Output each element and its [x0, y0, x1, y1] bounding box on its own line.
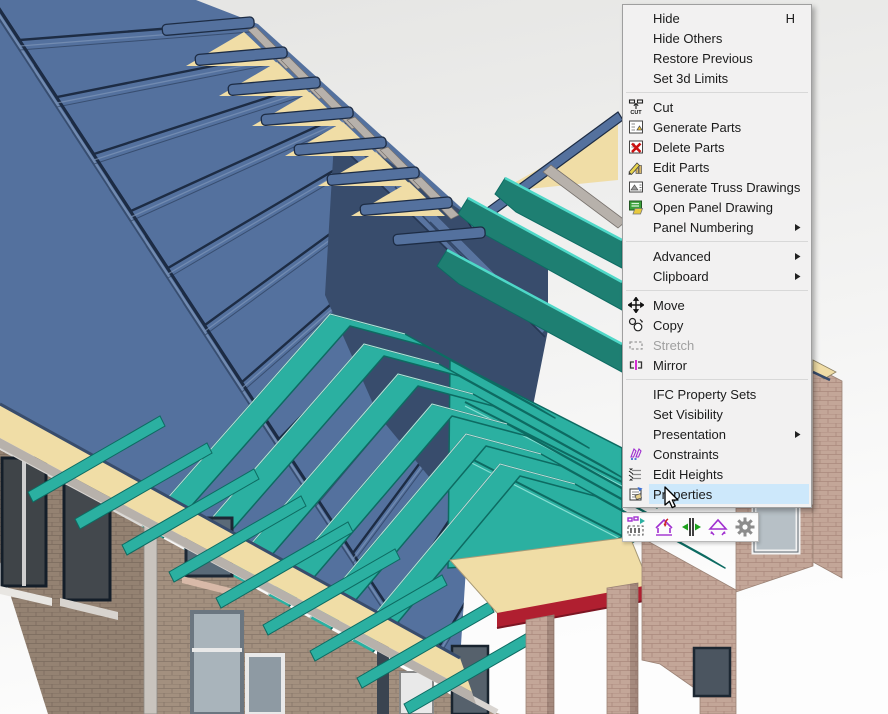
menu-item-restore-previous[interactable]: Restore Previous	[623, 48, 811, 68]
constraints-icon	[623, 446, 649, 462]
generate-parts-icon	[623, 119, 649, 135]
app-window: { "scene": { "palette": { "bgTop": "#e4e…	[0, 0, 888, 714]
menu-item-copy[interactable]: Copy	[623, 315, 811, 335]
menu-item-presentation[interactable]: Presentation	[623, 424, 811, 444]
delete-parts-icon	[623, 139, 649, 155]
menu-item-edit-heights[interactable]: Edit Heights	[623, 464, 811, 484]
align-measure-icon[interactable]	[678, 514, 703, 540]
menu-item-stretch[interactable]: Stretch	[623, 335, 811, 355]
panel-numbering-icon[interactable]	[624, 514, 649, 540]
corner-trim	[144, 518, 157, 714]
copy-icon	[623, 317, 649, 333]
menu-item-mirror[interactable]: Mirror	[623, 355, 811, 375]
menu-item-open-panel-drawing[interactable]: Open Panel Drawing	[623, 197, 811, 217]
open-panel-drawing-icon	[623, 199, 649, 215]
mini-toolbar	[622, 512, 759, 542]
roof-house-icon[interactable]	[651, 514, 676, 540]
menu-item-set-3d-limits[interactable]: Set 3d Limits	[623, 68, 811, 88]
menu-item-delete-parts[interactable]: Delete Parts	[623, 137, 811, 157]
menu-item-advanced[interactable]: Advanced	[623, 246, 811, 266]
menu-separator	[626, 241, 808, 242]
edit-parts-icon	[623, 159, 649, 175]
porch-window[interactable]	[694, 648, 730, 696]
properties-icon	[623, 486, 649, 502]
menu-separator	[626, 92, 808, 93]
porch-column-right[interactable]	[607, 583, 638, 714]
menu-item-panel-numbering[interactable]: Panel Numbering	[623, 217, 811, 237]
cut-icon: CUT	[623, 99, 649, 115]
mirror-icon	[623, 357, 649, 373]
menu-item-generate-truss-drawings[interactable]: Generate Truss Drawings	[623, 177, 811, 197]
submenu-arrow-icon	[794, 430, 809, 439]
context-menu: HideH Hide Others Restore Previous Set 3…	[622, 4, 812, 508]
menu-item-ifc-property-sets[interactable]: IFC Property Sets	[623, 384, 811, 404]
submenu-arrow-icon	[794, 223, 809, 232]
svg-text:CUT: CUT	[630, 110, 642, 115]
stretch-icon	[623, 337, 649, 353]
submenu-arrow-icon	[794, 272, 809, 281]
truss-drawings-icon	[623, 179, 649, 195]
roof-pitch-icon[interactable]	[705, 514, 730, 540]
porch-column-left[interactable]	[526, 615, 554, 714]
menu-item-hide[interactable]: HideH	[623, 8, 811, 28]
menu-item-edit-parts[interactable]: Edit Parts	[623, 157, 811, 177]
menu-item-properties[interactable]: Properties	[623, 484, 811, 504]
menu-item-generate-parts[interactable]: Generate Parts	[623, 117, 811, 137]
move-icon	[623, 297, 649, 313]
menu-separator	[626, 379, 808, 380]
menu-item-cut[interactable]: CUTCut	[623, 97, 811, 117]
menu-separator	[626, 290, 808, 291]
menu-item-set-visibility[interactable]: Set Visibility	[623, 404, 811, 424]
settings-gear-icon[interactable]	[732, 514, 757, 540]
menu-item-constraints[interactable]: Constraints	[623, 444, 811, 464]
gable-end-sliver[interactable]	[813, 360, 842, 578]
menu-item-move[interactable]: Move	[623, 295, 811, 315]
menu-item-clipboard[interactable]: Clipboard	[623, 266, 811, 286]
submenu-arrow-icon	[794, 252, 809, 261]
menu-item-hide-others[interactable]: Hide Others	[623, 28, 811, 48]
edit-heights-icon	[623, 466, 649, 482]
